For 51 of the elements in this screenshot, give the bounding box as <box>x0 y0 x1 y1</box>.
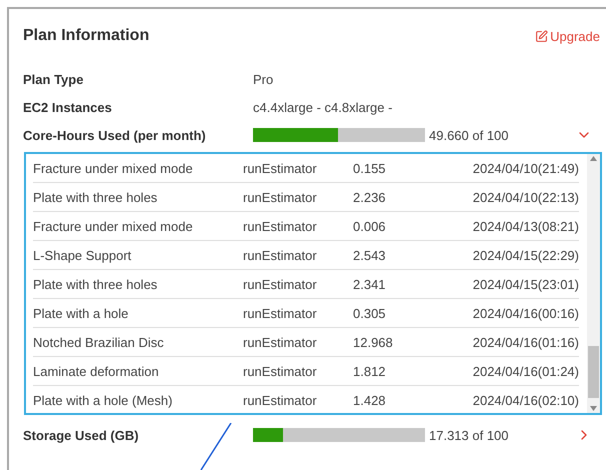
scrollbar-thumb[interactable] <box>588 346 599 398</box>
table-cell-text: 2024/04/10(21:49) <box>472 160 579 176</box>
table-cell-text: Plate with a hole <box>33 306 130 320</box>
table-cell-text: runEstimator <box>243 334 318 350</box>
usage-label: Storage Used (GB) <box>23 428 140 442</box>
scroll-down-icon[interactable] <box>590 406 597 411</box>
table-cell-text: runEstimator <box>243 393 318 408</box>
table-cell-text: 2024/04/16(00:16) <box>472 306 579 320</box>
table-cell-text: runEstimator <box>243 276 318 292</box>
table-cell-text: runEstimator <box>243 364 318 378</box>
table-cell-text: L-Shape Support <box>33 248 132 262</box>
table-cell-text: Fracture under mixed mode <box>33 218 194 234</box>
table-cell-text: 2.543 <box>353 248 387 262</box>
table-cell-text: 2024/04/10(22:13) <box>472 190 579 204</box>
table-cell-text: 12.968 <box>353 334 394 350</box>
table-cell-text: 1.428 <box>353 393 387 408</box>
table-cell-text: runEstimator <box>243 190 318 204</box>
usage-reading: 49.660 of 100 <box>429 128 509 142</box>
table-cell-text: Plate with a hole (Mesh) <box>33 393 174 408</box>
table-cell-text: 2024/04/16(01:16) <box>472 334 579 350</box>
table-cell-text: 0.155 <box>353 160 387 176</box>
table-cell-text: 2024/04/16(02:10) <box>472 393 579 408</box>
table-cell-text: 1.812 <box>353 364 387 378</box>
card-title: Plan Information <box>23 27 150 45</box>
table-cell-text: runEstimator <box>243 306 318 320</box>
table-cell-text: Notched Brazilian Disc <box>33 334 165 350</box>
table-cell-text: 0.006 <box>353 218 387 234</box>
table-cell-text: 2024/04/15(22:29) <box>472 248 579 262</box>
usage-label: Core-Hours Used (per month) <box>23 128 207 142</box>
info-value: Pro <box>253 72 274 86</box>
table-cell-text: 2024/04/16(01:24) <box>472 364 579 378</box>
scrollbar[interactable] <box>587 154 600 413</box>
table-cell-text: runEstimator <box>243 218 318 234</box>
table-cell-text: Fracture under mixed mode <box>33 160 194 176</box>
info-label: Plan Type <box>23 72 84 86</box>
table-cell-text: runEstimator <box>243 160 318 176</box>
table-cell-text: 2.236 <box>353 190 387 204</box>
table-cell-text: Plate with three holes <box>33 276 158 292</box>
table-cell-text: 2024/04/15(23:01) <box>472 276 579 292</box>
info-label: EC2 Instances <box>23 100 113 114</box>
table-cell-text: 2024/04/13(08:21) <box>472 218 579 234</box>
scroll-up-icon[interactable] <box>590 156 597 161</box>
table-cell-text: Plate with three holes <box>33 190 158 204</box>
table-cell-text: 2.341 <box>353 276 387 292</box>
table-cell-text: runEstimator <box>243 248 318 262</box>
table-cell-text: Laminate deformation <box>33 364 160 378</box>
edit-icon <box>535 30 548 42</box>
upgrade-link[interactable]: Upgrade <box>535 28 600 44</box>
info-value: c4.4xlarge - c4.8xlarge - <box>253 100 394 114</box>
table-cell-text: 0.305 <box>353 306 387 320</box>
usage-reading: 17.313 of 100 <box>429 428 509 442</box>
